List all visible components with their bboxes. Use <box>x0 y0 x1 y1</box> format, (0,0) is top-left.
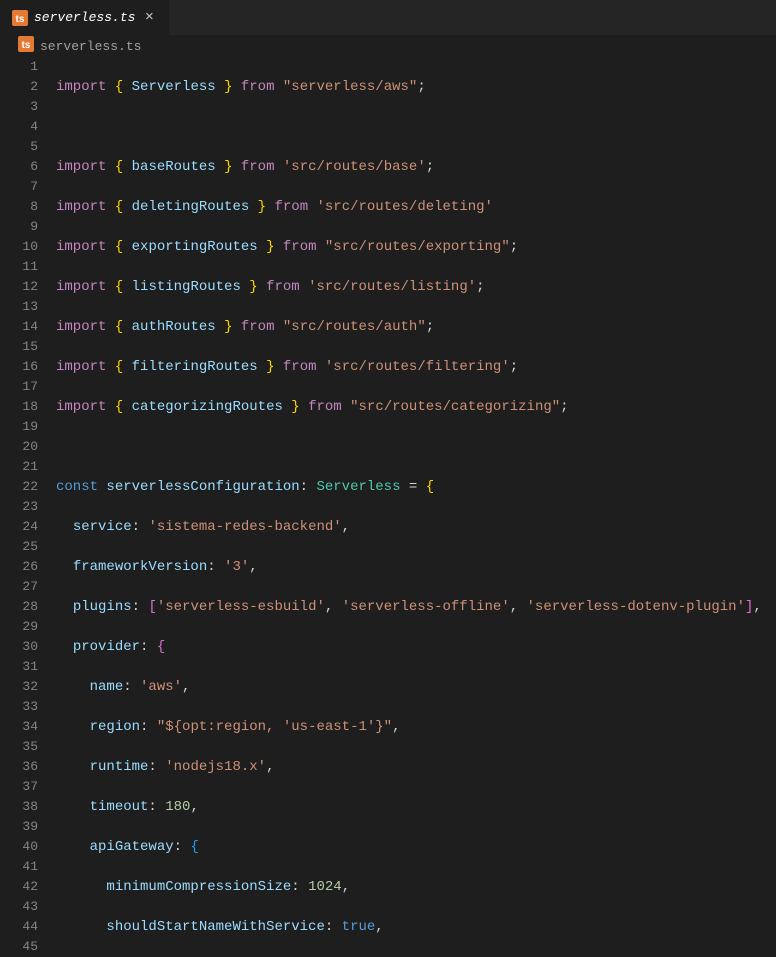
line-number: 34 <box>0 717 38 737</box>
line-number: 23 <box>0 497 38 517</box>
line-number: 36 <box>0 757 38 777</box>
line-number: 32 <box>0 677 38 697</box>
line-number: 27 <box>0 577 38 597</box>
line-number: 43 <box>0 897 38 917</box>
line-number: 26 <box>0 557 38 577</box>
line-number: 24 <box>0 517 38 537</box>
editor: 1234567891011121314151617181920212223242… <box>0 57 776 956</box>
line-number: 38 <box>0 797 38 817</box>
tab-active[interactable]: ts serverless.ts × <box>0 0 170 35</box>
svg-text:ts: ts <box>22 40 31 51</box>
code-area[interactable]: import { Serverless } from "serverless/a… <box>56 57 776 956</box>
line-number: 6 <box>0 157 38 177</box>
breadcrumb-label: serverless.ts <box>40 39 141 54</box>
line-number: 30 <box>0 637 38 657</box>
line-number: 8 <box>0 197 38 217</box>
line-number: 41 <box>0 857 38 877</box>
line-number: 25 <box>0 537 38 557</box>
line-number: 14 <box>0 317 38 337</box>
line-number: 4 <box>0 117 38 137</box>
line-number: 37 <box>0 777 38 797</box>
line-number: 31 <box>0 657 38 677</box>
line-number: 21 <box>0 457 38 477</box>
line-number: 15 <box>0 337 38 357</box>
line-number: 11 <box>0 257 38 277</box>
line-number: 1 <box>0 57 38 77</box>
line-number: 19 <box>0 417 38 437</box>
line-number: 2 <box>0 77 38 97</box>
typescript-icon: ts <box>18 36 34 56</box>
line-number: 44 <box>0 917 38 937</box>
line-gutter: 1234567891011121314151617181920212223242… <box>0 57 56 956</box>
line-number: 9 <box>0 217 38 237</box>
line-number: 39 <box>0 817 38 837</box>
line-number: 28 <box>0 597 38 617</box>
line-number: 16 <box>0 357 38 377</box>
line-number: 45 <box>0 937 38 957</box>
line-number: 17 <box>0 377 38 397</box>
line-number: 12 <box>0 277 38 297</box>
line-number: 18 <box>0 397 38 417</box>
line-number: 13 <box>0 297 38 317</box>
line-number: 29 <box>0 617 38 637</box>
line-number: 3 <box>0 97 38 117</box>
line-number: 7 <box>0 177 38 197</box>
line-number: 40 <box>0 837 38 857</box>
line-number: 10 <box>0 237 38 257</box>
line-number: 35 <box>0 737 38 757</box>
close-icon[interactable]: × <box>141 10 157 26</box>
line-number: 22 <box>0 477 38 497</box>
typescript-icon: ts <box>12 10 28 26</box>
line-number: 42 <box>0 877 38 897</box>
svg-text:ts: ts <box>16 14 25 25</box>
breadcrumb[interactable]: ts serverless.ts <box>0 35 776 57</box>
tab-bar: ts serverless.ts × <box>0 0 776 35</box>
line-number: 33 <box>0 697 38 717</box>
line-number: 5 <box>0 137 38 157</box>
line-number: 20 <box>0 437 38 457</box>
tab-label: serverless.ts <box>34 10 135 25</box>
